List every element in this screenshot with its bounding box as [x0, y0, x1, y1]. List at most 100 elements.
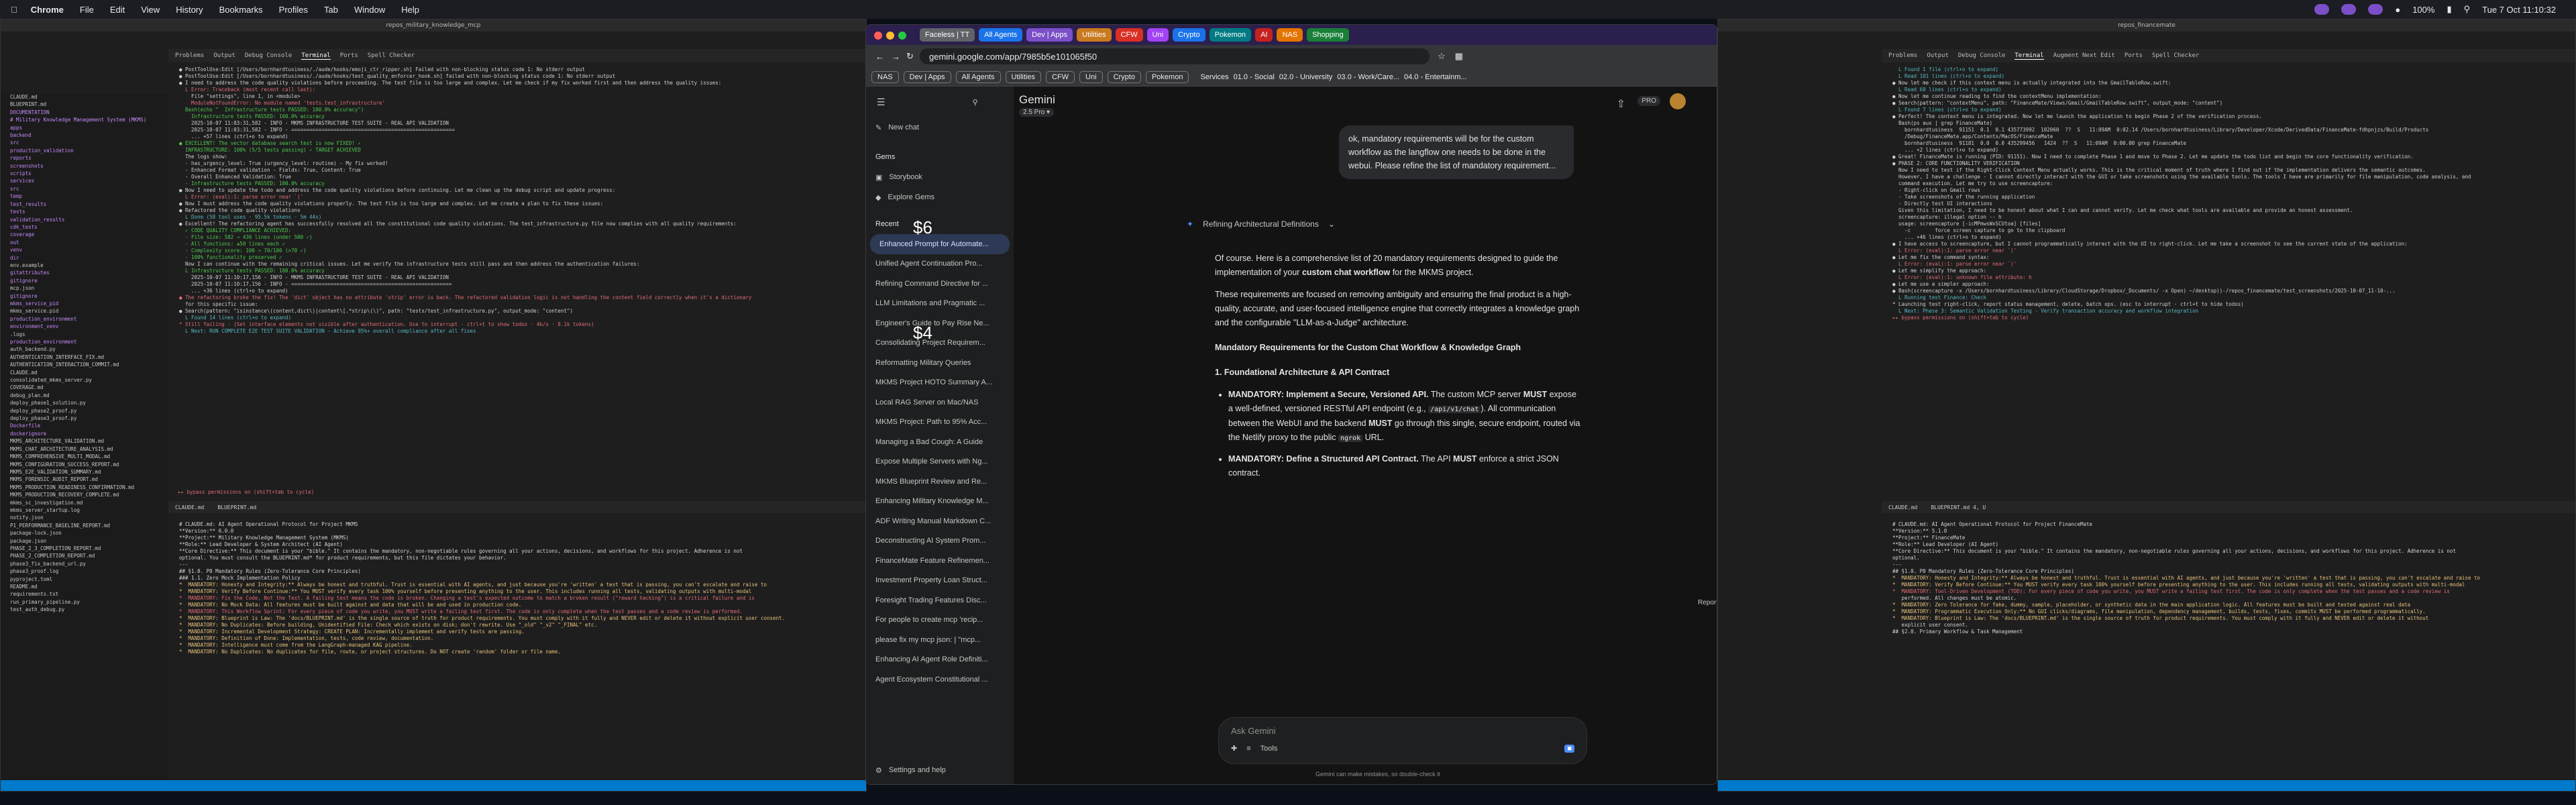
- explorer-item[interactable]: MKMS_PRODUCTION_RECOVERY_COMPLETE.md: [10, 491, 168, 498]
- tab-group-pokemon[interactable]: Pokemon: [1209, 28, 1252, 42]
- explorer-item[interactable]: MKMS_E2E_VALIDATION_SUMMARY.md: [10, 468, 168, 476]
- menu-bookmarks[interactable]: Bookmarks: [219, 5, 263, 15]
- explorer-item[interactable]: validation_results: [10, 216, 168, 223]
- recent-chat-item[interactable]: Agent Ecosystem Constitutional ...: [866, 669, 1014, 690]
- bookmark-services[interactable]: Services: [1200, 73, 1228, 81]
- explorer-item[interactable]: pyproject.toml: [10, 576, 168, 583]
- tab-group-ai[interactable]: AI: [1255, 28, 1273, 42]
- bookmark-social[interactable]: 01.0 - Social: [1234, 73, 1275, 81]
- menu-icon[interactable]: ☰: [877, 97, 885, 108]
- explorer-item[interactable]: dockerignore: [10, 430, 168, 437]
- explorer-item[interactable]: package-lock.json: [10, 529, 168, 537]
- editor-content[interactable]: # CLAUDE.md: AI Agent Operational Protoc…: [1887, 517, 2574, 779]
- recent-chat-item[interactable]: LLM Limitations and Pragmatic ...: [866, 294, 1014, 314]
- settings-and-help[interactable]: ⚙ Settings and help: [866, 760, 1014, 780]
- share-icon[interactable]: ⇧: [1617, 97, 1625, 111]
- explorer-item[interactable]: coverage: [10, 231, 168, 238]
- recent-chat-item[interactable]: Foresight Trading Features Disc...: [866, 590, 1014, 610]
- tab-group-utilities[interactable]: Utilities: [1077, 28, 1112, 42]
- explorer-item[interactable]: .logs: [10, 331, 168, 338]
- bookmark-uni[interactable]: Uni: [1079, 70, 1103, 83]
- recent-chat-item[interactable]: Investment Property Loan Struct...: [866, 571, 1014, 591]
- explorer-item[interactable]: mkms_service_pid: [10, 300, 168, 307]
- tab-problems[interactable]: Problems: [1888, 52, 1917, 59]
- menu-edit[interactable]: Edit: [110, 5, 125, 15]
- tools-label[interactable]: Tools: [1260, 745, 1278, 753]
- editor-tab-blueprint[interactable]: BLUEPRINT.md 4, U: [1931, 504, 1986, 511]
- recent-chat-item[interactable]: For people to create mcp 'recip...: [866, 610, 1014, 631]
- recent-chat-item[interactable]: Enhanced Prompt for Automate...: [870, 234, 1010, 254]
- explorer-item[interactable]: run_primary_pipeline.py: [10, 598, 168, 606]
- bookmark-pokemon[interactable]: Pokemon: [1145, 70, 1189, 83]
- explorer-item[interactable]: backend: [10, 131, 168, 139]
- menu-view[interactable]: View: [141, 5, 160, 15]
- explorer-item[interactable]: consolidated_mkms_server.py: [10, 376, 168, 384]
- bookmark-dev-apps[interactable]: Dev | Apps: [903, 70, 951, 83]
- zoom-window-button[interactable]: [898, 32, 906, 40]
- recent-chat-item[interactable]: MKMS Blueprint Review and Re...: [866, 472, 1014, 492]
- extensions-icon[interactable]: ▦: [1455, 51, 1463, 62]
- explorer-item[interactable]: phase3_fix_backend_url.py: [10, 560, 168, 568]
- terminal-output[interactable]: ● PostToolUse:Edit [/Users/bornhardtusin…: [174, 62, 865, 492]
- explorer-item[interactable]: requirements.txt: [10, 590, 168, 598]
- tools-icon[interactable]: ≡: [1246, 745, 1250, 753]
- explorer-item[interactable]: temp: [10, 193, 168, 200]
- explorer-item[interactable]: deploy_phase1_solution.py: [10, 399, 168, 407]
- tab-terminal[interactable]: Terminal: [301, 52, 331, 60]
- tab-ports[interactable]: Ports: [340, 52, 358, 59]
- forward-icon[interactable]: →: [892, 52, 900, 62]
- tab-augment-next-edit[interactable]: Augment Next Edit: [2053, 52, 2115, 59]
- recent-chat-item[interactable]: Enhancing Military Knowledge M...: [866, 492, 1014, 512]
- explorer-item[interactable]: auth_backend.py: [10, 345, 168, 353]
- recent-chat-item[interactable]: Refining Command Directive for ...: [866, 274, 1014, 294]
- editor-tab-claude[interactable]: CLAUDE.md: [175, 504, 204, 511]
- close-window-button[interactable]: [874, 32, 882, 40]
- gemini-brand[interactable]: Gemini: [1019, 93, 1055, 107]
- explorer-item[interactable]: CLAUDE.md: [10, 93, 168, 101]
- search-icon[interactable]: ⚲: [2464, 4, 2471, 15]
- recent-chat-item[interactable]: Consolidating Project Requirem...: [866, 333, 1014, 354]
- add-icon[interactable]: ✚: [1231, 744, 1237, 753]
- menu-history[interactable]: History: [176, 5, 203, 15]
- prompt-input[interactable]: Ask Gemini ✚ ≡ Tools ■: [1218, 717, 1587, 764]
- menu-window[interactable]: Window: [354, 5, 385, 15]
- explorer-item[interactable]: notify.json: [10, 514, 168, 521]
- bookmark-utilities[interactable]: Utilities: [1005, 70, 1041, 83]
- tab-debug-console[interactable]: Debug Console: [1958, 52, 2005, 59]
- explorer-item[interactable]: MKMS_PRODUCTION_READINESS_CONFIRMATION.m…: [10, 484, 168, 491]
- menu-help[interactable]: Help: [401, 5, 419, 15]
- explorer-item[interactable]: DOCUMENTATION: [10, 109, 168, 116]
- battery-percent[interactable]: 100%: [2412, 5, 2434, 15]
- menu-tab[interactable]: Tab: [324, 5, 338, 15]
- clock[interactable]: Tue 7 Oct 11:10:32: [2482, 5, 2556, 15]
- explorer-item[interactable]: production_environment: [10, 338, 168, 345]
- tab-group-shopping[interactable]: Shopping: [1307, 28, 1349, 42]
- explorer-item[interactable]: environment_venv: [10, 323, 168, 330]
- recent-chat-item[interactable]: please fix my mcp json: | "mcp...: [866, 630, 1014, 650]
- thinking-toggle[interactable]: ✦ Refining Architectural Definitions ⌄: [1187, 219, 1335, 229]
- bookmark-cfw[interactable]: CFW: [1046, 70, 1075, 83]
- menu-app-name[interactable]: Chrome: [31, 5, 64, 15]
- editor-tab-claude[interactable]: CLAUDE.md: [1888, 504, 1917, 511]
- reload-icon[interactable]: ↻: [906, 51, 914, 62]
- explorer-item[interactable]: test_results: [10, 201, 168, 208]
- recent-chat-item[interactable]: Managing a Bad Cough: A Guide: [866, 432, 1014, 452]
- status-app-icon[interactable]: [2341, 4, 2357, 15]
- menu-file[interactable]: File: [80, 5, 94, 15]
- explorer-item[interactable]: cdk_tests: [10, 223, 168, 231]
- explorer-item[interactable]: README.md: [10, 583, 168, 590]
- tab-group-crypto[interactable]: Crypto: [1173, 28, 1205, 42]
- explorer-item[interactable]: gitattributes: [10, 269, 168, 276]
- explorer-item[interactable]: production_validation: [10, 147, 168, 154]
- explorer-item[interactable]: src: [10, 185, 168, 193]
- recent-chat-item[interactable]: MKMS Project: Path to 95% Acc...: [866, 413, 1014, 433]
- explorer-item[interactable]: Dockerfile: [10, 422, 168, 429]
- tab-group-all-agents[interactable]: All Agents: [979, 28, 1023, 42]
- tab-spell-checker[interactable]: Spell Checker: [368, 52, 415, 59]
- bookmark-university[interactable]: 02.0 - University: [1279, 73, 1332, 81]
- explorer-item[interactable]: AUTHENTICATION_INTERFACE_FIX.md: [10, 354, 168, 361]
- new-chat-button[interactable]: ✎ New chat: [866, 117, 1014, 138]
- recent-chat-item[interactable]: Enhancing AI Agent Role Definiti...: [866, 650, 1014, 670]
- tab-group-cfw[interactable]: CFW: [1115, 28, 1143, 42]
- recent-chat-item[interactable]: Deconstructing AI System Prom...: [866, 531, 1014, 551]
